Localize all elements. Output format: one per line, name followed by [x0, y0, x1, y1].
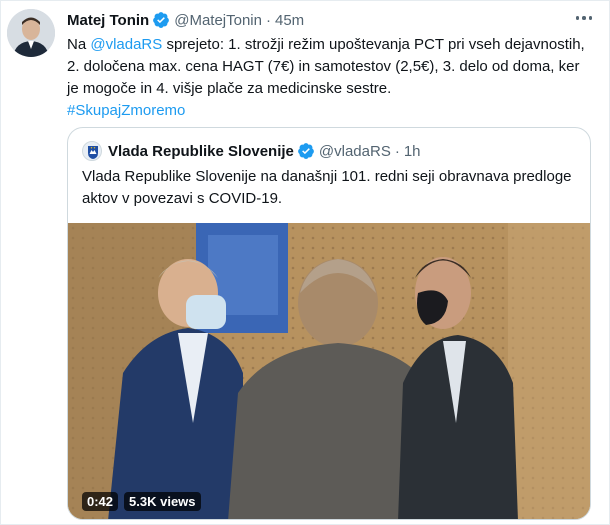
quoted-tweet-text: Vlada Republike Slovenije na današnji 10… [82, 168, 572, 207]
video-stats: 0:42 5.3K views [82, 492, 201, 511]
verified-badge-icon [298, 143, 314, 159]
video-player[interactable]: 0:42 5.3K views [68, 223, 590, 519]
tweet-text-intro: Na [67, 36, 91, 53]
quoted-author-name[interactable]: Vlada Republike Slovenije [108, 143, 294, 160]
quoted-author-avatar[interactable] [82, 141, 102, 161]
tweet-header: Matej Tonin @MatejTonin · 45m [67, 10, 304, 30]
hashtag-link[interactable]: #SkupajZmoremo [67, 102, 185, 119]
video-views: 5.3K views [124, 492, 201, 511]
quoted-author-handle[interactable]: @vladaRS [319, 143, 391, 160]
video-thumbnail [68, 223, 590, 519]
video-duration: 0:42 [82, 492, 119, 511]
verified-badge-icon [153, 12, 170, 28]
author-name[interactable]: Matej Tonin [67, 12, 149, 29]
author-handle[interactable]: @MatejTonin [174, 12, 262, 29]
mention-link[interactable]: @vladaRS [90, 36, 162, 53]
author-avatar[interactable] [7, 9, 55, 57]
quoted-tweet-header: Vlada Republike Slovenije @vladaRS · 1h [82, 141, 421, 161]
quoted-timestamp[interactable]: 1h [404, 143, 421, 160]
more-options-icon[interactable] [573, 11, 595, 25]
separator-dot: · [394, 142, 400, 160]
tweet-card[interactable]: Matej Tonin @MatejTonin · 45m Na @vladaR… [0, 0, 610, 525]
tweet-text: Na @vladaRS sprejeto: 1. strožji režim u… [67, 34, 587, 122]
tweet-timestamp[interactable]: 45m [275, 12, 304, 29]
quoted-tweet[interactable]: Vlada Republike Slovenije @vladaRS · 1h … [67, 127, 591, 520]
separator-dot: · [266, 11, 271, 29]
